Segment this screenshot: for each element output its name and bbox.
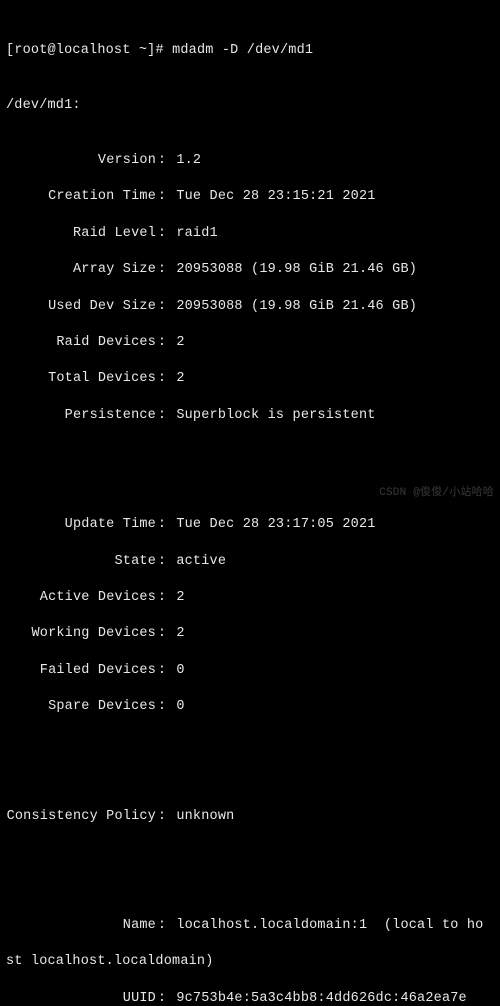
kv-value: active — [176, 554, 226, 569]
kv-label: Consistency Policy — [6, 808, 156, 826]
kv-label: Raid Devices — [6, 334, 156, 352]
user-host: root@localhost — [14, 43, 130, 58]
kv-label: State — [6, 553, 156, 571]
kv-name: Name: localhost.localdomain:1 (local to … — [6, 917, 494, 935]
kv-uuid: UUID: 9c753b4e:5a3c4bb8:4dd626dc:46a2ea7… — [6, 990, 494, 1006]
kv-label: Array Size — [6, 261, 156, 279]
kv-version: Version: 1.2 — [6, 152, 494, 170]
kv-name-wrap: st localhost.localdomain) — [6, 953, 494, 971]
kv-label: Persistence — [6, 407, 156, 425]
watermark: CSDN @俊俊/小站哈哈 — [379, 486, 494, 501]
kv-used-dev-size: Used Dev Size: 20953088 (19.98 GiB 21.46… — [6, 298, 494, 316]
device-header: /dev/md1: — [6, 97, 494, 115]
kv-label: Failed Devices — [6, 662, 156, 680]
kv-label: Version — [6, 152, 156, 170]
kv-working-devices: Working Devices: 2 — [6, 625, 494, 643]
kv-value: 0 — [176, 699, 184, 714]
kv-value: unknown — [176, 809, 234, 824]
kv-value: 1.2 — [176, 153, 201, 168]
kv-label: Spare Devices — [6, 698, 156, 716]
kv-label: Name — [6, 917, 156, 935]
kv-value: 20953088 (19.98 GiB 21.46 GB) — [176, 299, 417, 314]
blank-line — [6, 862, 494, 880]
kv-array-size: Array Size: 20953088 (19.98 GiB 21.46 GB… — [6, 261, 494, 279]
kv-label: UUID — [6, 990, 156, 1006]
kv-value: 2 — [176, 590, 184, 605]
kv-value: localhost.localdomain:1 (local to ho — [176, 918, 483, 933]
kv-persistence: Persistence: Superblock is persistent — [6, 407, 494, 425]
kv-label: Creation Time — [6, 188, 156, 206]
kv-label: Active Devices — [6, 589, 156, 607]
cwd: ~ — [139, 43, 147, 58]
kv-value: Tue Dec 28 23:15:21 2021 — [176, 189, 375, 204]
kv-update-time: Update Time: Tue Dec 28 23:17:05 2021 — [6, 516, 494, 534]
blank-line — [6, 461, 494, 479]
kv-active-devices: Active Devices: 2 — [6, 589, 494, 607]
kv-label: Update Time — [6, 516, 156, 534]
kv-value: 2 — [176, 371, 184, 386]
command-text: mdadm -D /dev/md1 — [172, 43, 313, 58]
kv-creation-time: Creation Time: Tue Dec 28 23:15:21 2021 — [6, 188, 494, 206]
terminal-output: [root@localhost ~]# mdadm -D /dev/md1 /d… — [6, 6, 494, 1006]
kv-value: Superblock is persistent — [176, 408, 375, 423]
kv-value: 0 — [176, 663, 184, 678]
blank-line — [6, 753, 494, 771]
kv-label: Working Devices — [6, 625, 156, 643]
kv-label: Used Dev Size — [6, 298, 156, 316]
kv-value: raid1 — [176, 226, 218, 241]
kv-value: 2 — [176, 626, 184, 641]
kv-consistency-policy: Consistency Policy: unknown — [6, 808, 494, 826]
shell-prompt[interactable]: [root@localhost ~]# mdadm -D /dev/md1 — [6, 42, 494, 60]
kv-total-devices: Total Devices: 2 — [6, 370, 494, 388]
kv-label: Total Devices — [6, 370, 156, 388]
kv-value: 9c753b4e:5a3c4bb8:4dd626dc:46a2ea7e — [176, 991, 467, 1006]
kv-spare-devices: Spare Devices: 0 — [6, 698, 494, 716]
kv-value: Tue Dec 28 23:17:05 2021 — [176, 517, 375, 532]
kv-failed-devices: Failed Devices: 0 — [6, 662, 494, 680]
kv-label: Raid Level — [6, 225, 156, 243]
kv-state: State: active — [6, 553, 494, 571]
kv-value: 2 — [176, 335, 184, 350]
kv-raid-devices: Raid Devices: 2 — [6, 334, 494, 352]
kv-raid-level: Raid Level: raid1 — [6, 225, 494, 243]
kv-value: 20953088 (19.98 GiB 21.46 GB) — [176, 262, 417, 277]
